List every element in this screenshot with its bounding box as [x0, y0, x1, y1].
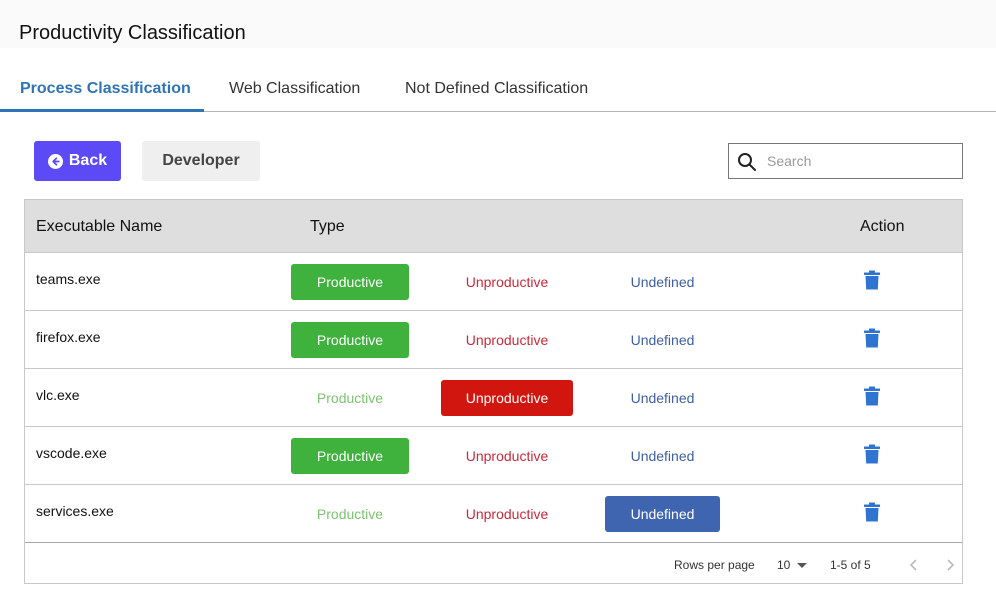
- pagination-range: 1-5 of 5: [830, 558, 871, 572]
- page-title: Productivity Classification: [19, 22, 246, 44]
- table-row: vlc.exe Productive Unproductive Undefined: [25, 368, 962, 426]
- undefined-option[interactable]: Undefined: [605, 496, 720, 532]
- column-header-type: Type: [310, 218, 345, 235]
- undefined-option[interactable]: Undefined: [605, 264, 720, 300]
- caret-down-icon: [797, 563, 807, 568]
- trash-icon[interactable]: [863, 328, 881, 348]
- trash-icon[interactable]: [863, 270, 881, 290]
- column-header-action: Action: [860, 218, 905, 235]
- undefined-option[interactable]: Undefined: [605, 438, 720, 474]
- table-row: firefox.exe Productive Unproductive Undefin…: [25, 310, 962, 368]
- search-box: [728, 143, 963, 179]
- undefined-option[interactable]: Undefined: [605, 322, 720, 358]
- productive-option[interactable]: Productive: [291, 496, 409, 532]
- search-input[interactable]: [767, 148, 955, 174]
- tab-not-defined-classification[interactable]: Not Defined Classification: [405, 80, 588, 98]
- executable-name: firefox.exe: [36, 329, 101, 345]
- executable-name: vscode.exe: [36, 445, 107, 461]
- chevron-right-icon[interactable]: [940, 555, 960, 575]
- column-header-executable-name: Executable Name: [36, 218, 163, 235]
- rows-per-page-value: 10: [777, 558, 791, 572]
- active-tab-indicator: [0, 109, 204, 112]
- productive-option[interactable]: Productive: [291, 322, 409, 358]
- rows-per-page-select[interactable]: 10: [777, 555, 813, 575]
- tab-bar: Process Classification Web Classificatio…: [0, 72, 996, 112]
- rows-per-page-label: Rows per page: [674, 558, 755, 572]
- back-button[interactable]: Back: [34, 141, 121, 181]
- header: Productivity Classification: [0, 0, 996, 48]
- table-row: vscode.exe Productive Unproductive Undefine…: [25, 426, 962, 484]
- search-icon: [738, 153, 756, 171]
- unproductive-option[interactable]: Unproductive: [441, 322, 573, 358]
- classification-table: Executable Name Type Action teams.exe Pro…: [24, 199, 963, 584]
- executable-name: teams.exe: [36, 271, 101, 287]
- table-header: Executable Name Type Action: [25, 200, 962, 252]
- tab-web-classification[interactable]: Web Classification: [229, 80, 360, 98]
- undefined-option[interactable]: Undefined: [605, 380, 720, 416]
- unproductive-option[interactable]: Unproductive: [441, 380, 573, 416]
- arrow-left-circle-icon: [47, 153, 63, 169]
- productive-option[interactable]: Productive: [291, 380, 409, 416]
- executable-name: vlc.exe: [36, 387, 80, 403]
- tab-process-classification[interactable]: Process Classification: [20, 80, 191, 98]
- table-pagination: Rows per page 10 1-5 of 5: [25, 542, 962, 584]
- unproductive-option[interactable]: Unproductive: [441, 264, 573, 300]
- unproductive-option[interactable]: Unproductive: [441, 496, 573, 532]
- productive-option[interactable]: Productive: [291, 438, 409, 474]
- trash-icon[interactable]: [863, 444, 881, 464]
- productive-option[interactable]: Productive: [291, 264, 409, 300]
- table-row: teams.exe Productive Unproductive Undefined: [25, 252, 962, 310]
- trash-icon[interactable]: [863, 386, 881, 406]
- chevron-left-icon[interactable]: [904, 555, 924, 575]
- trash-icon[interactable]: [863, 502, 881, 522]
- unproductive-option[interactable]: Unproductive: [441, 438, 573, 474]
- table-row: services.exe Productive Unproductive Undefi…: [25, 484, 962, 542]
- executable-name: services.exe: [36, 503, 114, 519]
- developer-button[interactable]: Developer: [142, 141, 260, 181]
- back-button-label: Back: [68, 152, 108, 169]
